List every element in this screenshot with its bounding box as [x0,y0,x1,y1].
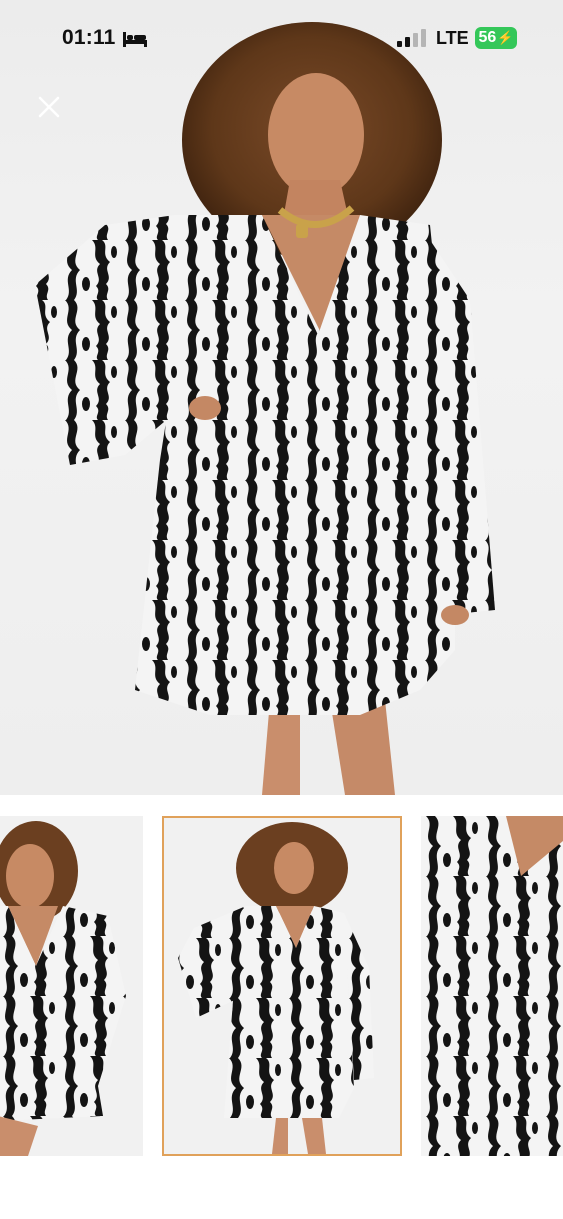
product-main-image[interactable] [0,0,563,795]
status-bar: 01:11 LTE 56 ⚡ [0,0,563,74]
thumbnail-3-image [421,816,563,1156]
thumbnail-1[interactable] [0,816,143,1156]
close-icon [38,96,60,118]
thumbnail-2-selected[interactable] [162,816,402,1156]
network-label: LTE [436,28,469,48]
signal-icon [397,29,426,47]
thumbnail-3[interactable] [421,816,563,1156]
close-button[interactable] [34,92,64,122]
dress-photo-illustration [35,22,495,795]
thumbnail-strip [0,816,563,1156]
thumbnail-1-image [0,816,143,1156]
thumbnail-2-image [164,818,400,1154]
battery-indicator: 56 ⚡ [475,27,517,49]
bolt-icon: ⚡ [497,30,514,45]
battery-level: 56 [478,29,497,46]
bed-icon [123,32,147,47]
status-time: 01:11 [62,26,116,49]
